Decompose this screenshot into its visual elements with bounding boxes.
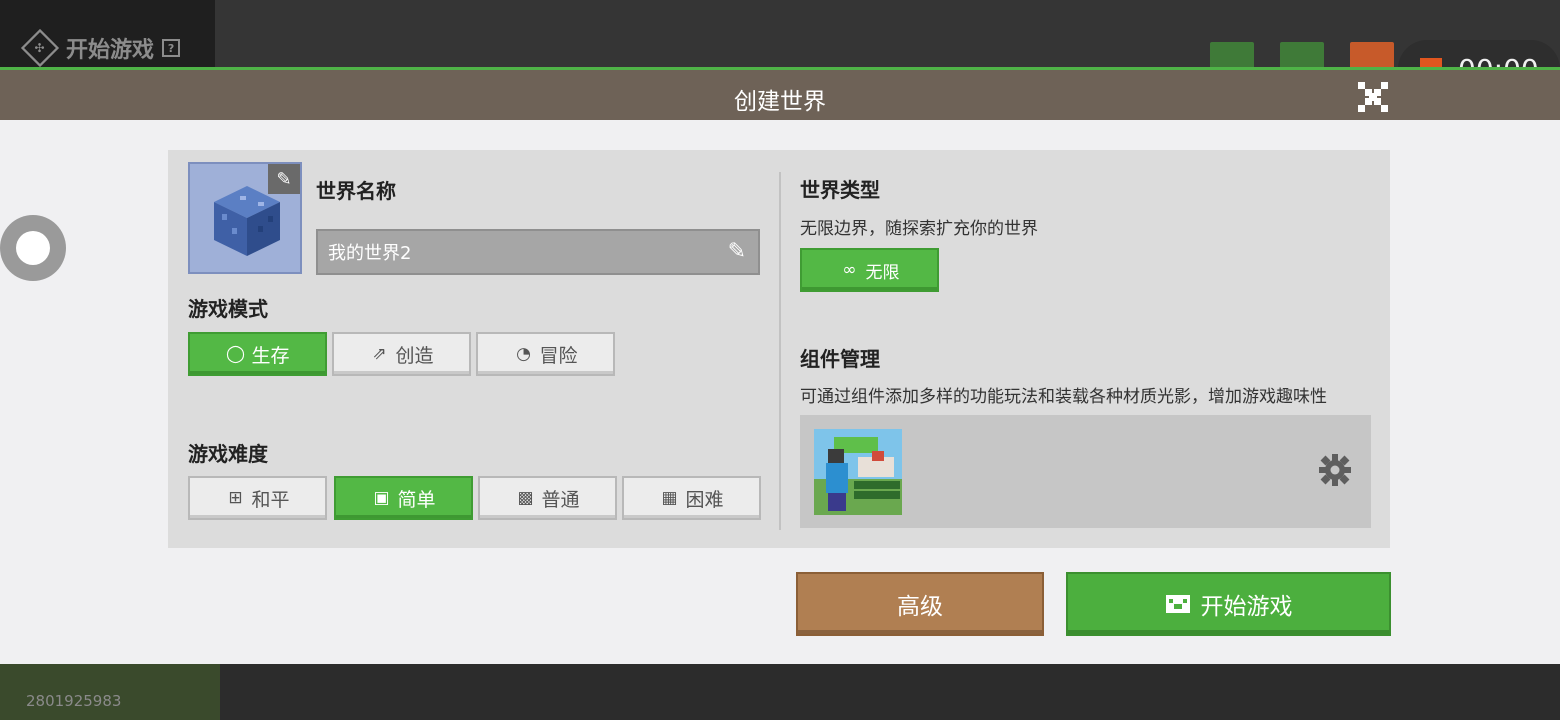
toolbar-icon-3[interactable]: [1350, 42, 1394, 70]
survival-icon: ◯: [225, 344, 245, 364]
dialog-header: 创建世界: [0, 67, 1560, 120]
difficulty-peaceful-button[interactable]: ⊞ 和平: [188, 476, 327, 520]
world-type-label: 世界类型: [800, 178, 880, 202]
dialog-title: 创建世界: [734, 89, 826, 115]
addons-description: 可通过组件添加多样的功能玩法和装载各种材质光影，增加游戏趣味性: [800, 387, 1327, 407]
difficulty-label: 游戏难度: [188, 442, 268, 466]
toolbar-icon-1[interactable]: [1210, 42, 1254, 70]
mode-adventure-button[interactable]: ◔ 冒险: [476, 332, 615, 376]
settings-panel: ✎ 世界名称 我的世界2 ✎ 游戏模式 ◯ 生存 ⇗ 创造 ◔ 冒险 游戏难度 …: [168, 150, 1390, 548]
difficulty-hard-label: 困难: [685, 488, 724, 511]
difficulty-peaceful-label: 和平: [251, 488, 290, 511]
mode-creative-label: 创造: [395, 344, 434, 367]
create-world-dialog: 创建世界 ✎ 世界名称 我的世界2 ✎ 游戏模式 ◯ 生存 ⇗ 创造 ◔ 冒险 …: [0, 67, 1560, 664]
dpad-icon: ✣: [20, 28, 60, 68]
difficulty-normal-button[interactable]: ▩ 普通: [478, 476, 617, 520]
close-icon[interactable]: [1356, 80, 1390, 114]
hard-icon: ▦: [661, 488, 678, 508]
start-game-button[interactable]: 开始游戏: [1066, 572, 1391, 636]
mode-creative-button[interactable]: ⇗ 创造: [332, 332, 471, 376]
creeper-icon: ▩: [517, 488, 534, 508]
infinite-world-label: 无限: [865, 262, 900, 283]
addon-list: [800, 415, 1371, 528]
help-icon[interactable]: ?: [162, 39, 181, 57]
world-name-value: 我的世界2: [328, 243, 412, 264]
difficulty-hard-button[interactable]: ▦ 困难: [622, 476, 761, 520]
pencil-icon: ✎: [727, 239, 746, 264]
gear-icon[interactable]: [1318, 453, 1352, 487]
difficulty-normal-label: 普通: [541, 488, 580, 511]
panel-divider: [779, 172, 781, 530]
app-bottom-area: [0, 664, 1560, 720]
mode-adventure-label: 冒险: [539, 344, 578, 367]
difficulty-easy-label: 简单: [397, 488, 436, 511]
app-title[interactable]: ✣ 开始游戏 ?: [20, 28, 181, 68]
edit-thumbnail-icon[interactable]: ✎: [268, 164, 300, 194]
mode-survival-button[interactable]: ◯ 生存: [188, 332, 327, 376]
game-mode-label: 游戏模式: [188, 297, 268, 321]
advanced-button[interactable]: 高级: [796, 572, 1044, 636]
toolbar-icon-2[interactable]: [1280, 42, 1324, 70]
difficulty-easy-button[interactable]: ▣ 简单: [334, 476, 473, 520]
world-name-input[interactable]: 我的世界2 ✎: [316, 229, 760, 275]
addon-thumbnail[interactable]: [814, 429, 902, 515]
app-title-text: 开始游戏: [66, 38, 155, 63]
peaceful-icon: ⊞: [228, 488, 243, 508]
world-name-label: 世界名称: [316, 179, 396, 203]
map-icon: ◔: [516, 344, 531, 364]
addons-label: 组件管理: [800, 347, 880, 371]
infinite-world-button[interactable]: ∞ 无限: [800, 248, 939, 292]
floating-assist-button[interactable]: [0, 215, 66, 281]
addon-art-icon: [814, 429, 902, 515]
start-game-label: 开始游戏: [1200, 594, 1293, 620]
easy-icon: ▣: [373, 488, 390, 508]
controller-icon: [1165, 595, 1190, 613]
world-type-description: 无限边界，随探索扩充你的世界: [800, 219, 1038, 239]
advanced-label: 高级: [897, 594, 943, 620]
app-top-bar: [0, 0, 1560, 70]
mode-survival-label: 生存: [251, 344, 290, 367]
pickaxe-icon: ⇗: [372, 344, 387, 364]
world-thumbnail[interactable]: ✎: [188, 162, 302, 274]
infinity-icon: ∞: [842, 260, 857, 280]
player-id: 2801925983: [26, 692, 122, 710]
